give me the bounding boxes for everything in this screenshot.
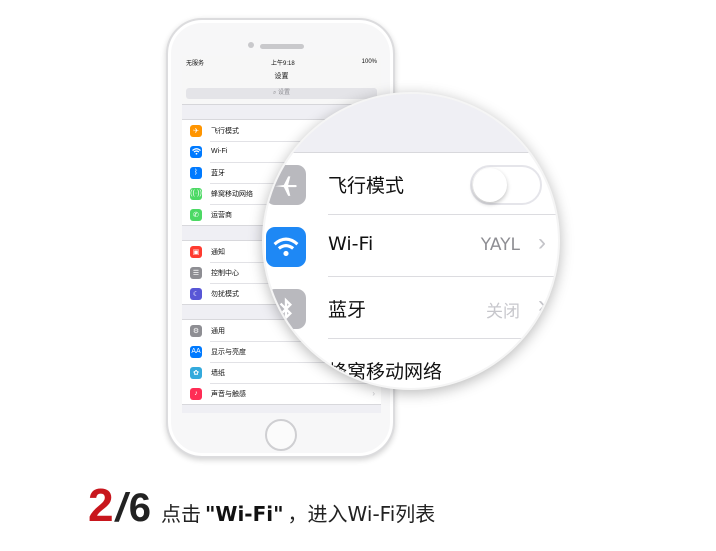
mag-bluetooth-status: 关闭 xyxy=(486,302,520,322)
chevron-right-icon: › xyxy=(372,389,375,398)
step-current: 2 xyxy=(88,479,114,531)
mag-row-airplane[interactable]: 飞行模式 xyxy=(264,153,558,215)
mag-airplane-label: 飞行模式 xyxy=(328,175,405,197)
step-caption: 2 / 6 点击 "Wi-Fi" ，进入Wi-Fi列表 xyxy=(88,478,436,531)
cellular-icon: ((·)) xyxy=(190,187,202,200)
sound-icon: ♪ xyxy=(190,387,202,400)
airplane-icon: ✈ xyxy=(190,124,202,137)
bluetooth-icon xyxy=(266,289,306,329)
status-time: 上午9:18 xyxy=(270,60,295,67)
moon-icon: ☾ xyxy=(190,287,202,300)
magnifier-callout: 飞行模式 Wi-Fi YAYL › 蓝牙 关闭 › 蜂窝移动网络 xyxy=(262,92,560,390)
gear-icon: ⚙ xyxy=(190,324,202,337)
control-center-icon: ☰ xyxy=(190,266,202,279)
caption-text-after: ，进入Wi-Fi列表 xyxy=(287,502,436,526)
home-button[interactable] xyxy=(265,419,297,451)
row-label: 声音与触感 xyxy=(211,390,246,398)
mag-bluetooth-label: 蓝牙 xyxy=(328,299,367,321)
airplane-icon xyxy=(266,165,306,205)
page-title: 设置 xyxy=(182,68,381,86)
mag-wifi-label: Wi-Fi xyxy=(328,233,374,255)
step-total: 6 xyxy=(128,486,151,530)
mag-cellular-label: 蜂窝移动网络 xyxy=(328,361,443,383)
camera-dot xyxy=(248,42,254,48)
step-separator: / xyxy=(115,486,127,530)
status-bar: 无服务 上午9:18 100% xyxy=(182,56,381,68)
carrier-label: 无服务 xyxy=(186,60,205,67)
wifi-icon xyxy=(266,227,306,267)
caption-text-before: 点击 xyxy=(160,502,201,526)
notifications-icon: ▣ xyxy=(190,245,202,258)
bluetooth-icon: ᛒ xyxy=(190,166,202,179)
display-icon: AA xyxy=(190,345,202,358)
phone-icon: ✆ xyxy=(190,208,202,221)
wifi-icon xyxy=(190,145,202,158)
mag-wifi-network: YAYL xyxy=(480,235,520,255)
caption-quoted-target: "Wi-Fi" xyxy=(204,502,284,526)
mag-row-cellular[interactable]: 蜂窝移动网络 xyxy=(264,339,558,388)
battery-level: 100% xyxy=(361,59,377,65)
wallpaper-icon: ✿ xyxy=(190,366,202,379)
mag-row-wifi[interactable]: Wi-Fi YAYL › xyxy=(264,215,558,277)
mag-row-bluetooth[interactable]: 蓝牙 关闭 › xyxy=(264,277,558,339)
chevron-right-icon: › xyxy=(538,229,546,256)
chevron-right-icon: › xyxy=(538,291,546,318)
tutorial-stage: 无服务 上午9:18 100% 设置 ⌕ 设置 ✈ 飞行模式 Wi-Fi ᛒ 蓝… xyxy=(0,0,716,551)
airplane-toggle[interactable] xyxy=(470,165,542,205)
earpiece-speaker xyxy=(260,44,304,49)
